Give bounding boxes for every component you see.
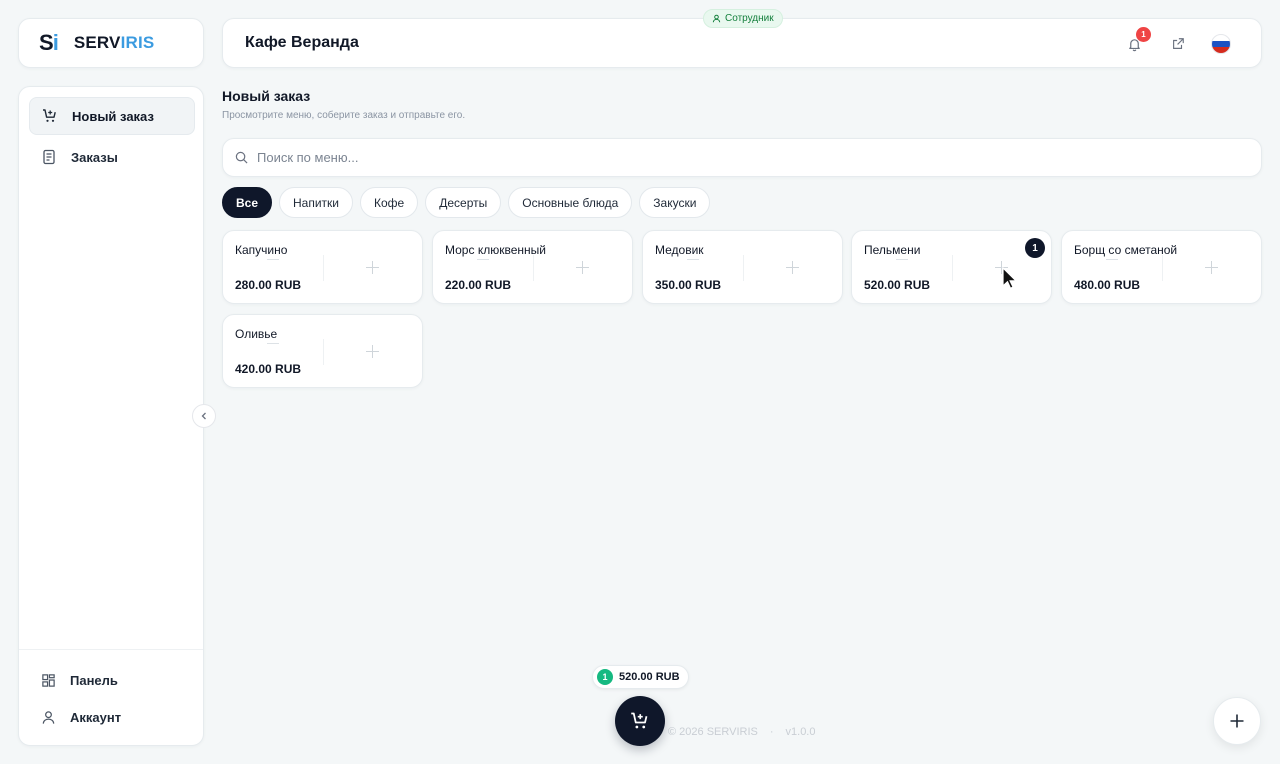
menu-item-card[interactable]: Оливье 420.00 RUB	[222, 314, 423, 388]
venue-title: Кафе Веранда	[245, 34, 359, 51]
cart-count-badge: 1	[597, 669, 613, 685]
menu-item-card[interactable]: Капучино 280.00 RUB	[222, 230, 423, 304]
notifications-button[interactable]: 1	[1125, 27, 1151, 53]
page-title: Новый заказ	[222, 88, 311, 104]
item-divider	[533, 255, 534, 281]
decrease-quantity-button[interactable]	[267, 259, 279, 260]
increase-quantity-button[interactable]	[366, 261, 379, 274]
sidebar-item-new-order[interactable]: Новый заказ	[29, 97, 195, 135]
sidebar-item-label: Панель	[70, 672, 118, 688]
menu-item-card[interactable]: Пельмени 1 520.00 RUB	[851, 230, 1052, 304]
decrease-quantity-button[interactable]	[896, 259, 908, 260]
category-chip-drinks[interactable]: Напитки	[279, 187, 354, 218]
page-subtitle: Просмотрите меню, соберите заказ и отпра…	[222, 110, 466, 121]
menu-item-card[interactable]: Морс клюквенный 220.00 RUB	[432, 230, 633, 304]
notification-badge: 1	[1136, 27, 1151, 42]
category-chip-snacks[interactable]: Закуски	[639, 187, 711, 218]
user-icon	[42, 710, 55, 724]
sidebar-item-label: Новый заказ	[72, 108, 154, 124]
sidebar-item-label: Аккаунт	[70, 709, 122, 725]
menu-item-card[interactable]: Борщ со сметаной 480.00 RUB	[1061, 230, 1262, 304]
category-chip-desserts[interactable]: Десерты	[425, 187, 502, 218]
logo-wordmark: SERVIRIS	[74, 33, 155, 53]
increase-quantity-button[interactable]	[366, 345, 379, 358]
menu-item-price: 520.00 RUB	[864, 278, 931, 292]
search-input[interactable]	[257, 150, 1157, 165]
menu-item-price: 220.00 RUB	[445, 278, 512, 292]
item-divider	[952, 255, 953, 281]
logo-mark-s: S	[39, 30, 54, 55]
cart-summary-pill[interactable]: 1 520.00 RUB	[592, 665, 689, 689]
sidebar-item-account[interactable]: Аккаунт	[29, 698, 195, 736]
add-floating-button[interactable]	[1213, 697, 1261, 745]
menu-item-name: Оливье	[235, 327, 278, 341]
sidebar-divider	[19, 649, 203, 650]
menu-item-name: Медовик	[655, 243, 704, 257]
cart-icon	[631, 712, 648, 729]
sidebar-collapse-button[interactable]	[192, 404, 216, 428]
cart-button[interactable]	[615, 696, 665, 746]
cart-plus-icon	[43, 109, 56, 122]
menu-item-name: Капучино	[235, 243, 288, 257]
decrease-quantity-button[interactable]	[687, 259, 699, 260]
item-divider	[323, 339, 324, 365]
plus-icon	[1230, 714, 1244, 728]
logo-mark: Si	[39, 30, 59, 56]
menu-item-name: Морс клюквенный	[445, 243, 546, 257]
footer-separator: ·	[769, 726, 774, 738]
external-link-icon	[1173, 38, 1184, 49]
menu-item-card[interactable]: Медовик 350.00 RUB	[642, 230, 843, 304]
user-small-icon	[712, 14, 721, 23]
footer-version: v1.0.0	[785, 726, 816, 738]
item-divider	[1162, 255, 1163, 281]
footer-copyright: © 2026 SERVIRIS	[668, 726, 758, 738]
logo-word-dark: SERV	[73, 33, 121, 52]
search-icon	[235, 151, 248, 164]
menu-item-price: 350.00 RUB	[655, 278, 722, 292]
logo-mark-i: i	[52, 30, 59, 55]
item-divider	[323, 255, 324, 281]
decrease-quantity-button[interactable]	[1106, 259, 1118, 260]
top-header: Кафе Веранда Сотрудник 1	[222, 9, 1262, 68]
menu-item-price: 480.00 RUB	[1074, 278, 1141, 292]
sidebar-item-label: Заказы	[71, 149, 118, 165]
category-chip-coffee[interactable]: Кофе	[360, 187, 419, 218]
category-chip-main-dishes[interactable]: Основные блюда	[508, 187, 633, 218]
menu-item-name: Пельмени	[864, 243, 921, 257]
chevron-left-icon	[201, 412, 206, 420]
language-flag-button[interactable]	[1211, 34, 1231, 54]
item-divider	[743, 255, 744, 281]
category-chip-all[interactable]: Все	[222, 187, 273, 218]
role-badge: Сотрудник	[703, 9, 783, 28]
role-badge-label: Сотрудник	[725, 13, 774, 24]
receipt-icon	[43, 149, 55, 165]
open-external-button[interactable]	[1169, 35, 1187, 53]
mouse-cursor-icon	[1002, 267, 1018, 290]
brand-logo[interactable]: Si SERVIRIS	[18, 18, 204, 68]
menu-item-price: 280.00 RUB	[235, 278, 302, 292]
category-filters: Все Напитки Кофе Десерты Основные блюда …	[222, 187, 711, 218]
increase-quantity-button[interactable]	[576, 261, 589, 274]
sidebar: Новый заказ Заказы Панель Аккаунт	[18, 86, 204, 746]
menu-search[interactable]	[222, 138, 1262, 177]
sidebar-item-orders[interactable]: Заказы	[29, 138, 195, 176]
dashboard-icon	[42, 673, 55, 687]
increase-quantity-button[interactable]	[1205, 261, 1218, 274]
decrease-quantity-button[interactable]	[477, 259, 489, 260]
decrease-quantity-button[interactable]	[267, 343, 279, 344]
item-quantity-badge: 1	[1025, 238, 1045, 258]
menu-item-price: 420.00 RUB	[235, 362, 302, 376]
increase-quantity-button[interactable]	[786, 261, 799, 274]
cart-total: 520.00 RUB	[619, 671, 680, 683]
logo-word-blue: IRIS	[120, 33, 155, 52]
sidebar-item-dashboard[interactable]: Панель	[29, 661, 195, 699]
footer: © 2026 SERVIRIS · v1.0.0	[668, 726, 815, 738]
